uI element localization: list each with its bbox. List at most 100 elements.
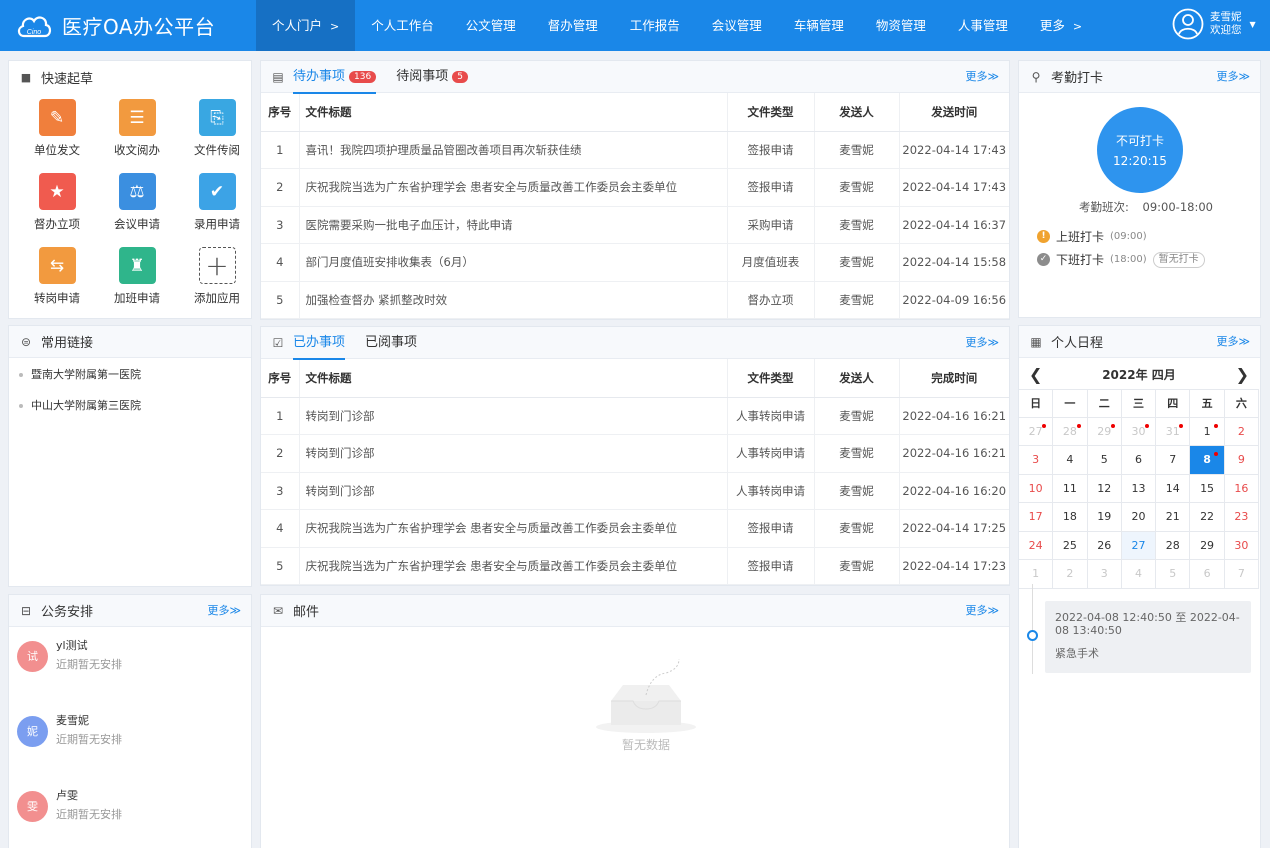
table-row[interactable]: 1 转岗到门诊部 人事转岗申请 麦雪妮 2022-04-16 16:21 <box>261 397 1009 435</box>
calendar-day[interactable]: 29 <box>1087 417 1122 446</box>
calendar-day[interactable]: 30 <box>1121 417 1157 446</box>
table-row[interactable]: 1 喜讯！我院四项护理质量品管圈改善项目再次斩获佳绩 签报申请 麦雪妮 2022-04-… <box>261 131 1009 169</box>
calendar-day[interactable]: 24 <box>1019 531 1054 560</box>
tab-todo[interactable]: 待办事项 136 <box>293 61 377 94</box>
chevron-left-icon[interactable]: ❮ <box>1029 365 1042 384</box>
calendar-day[interactable]: 18 <box>1053 503 1088 532</box>
calendar-day[interactable]: 30 <box>1224 531 1259 560</box>
table-row[interactable]: 3 转岗到门诊部 人事转岗申请 麦雪妮 2022-04-16 16:20 <box>261 472 1009 510</box>
tab-read[interactable]: 已阅事项 <box>365 327 417 359</box>
tab-done[interactable]: 已办事项 <box>293 327 346 360</box>
calendar-day[interactable]: 27 <box>1121 531 1157 560</box>
clock-in-button[interactable]: 不可打卡 12:20:15 <box>1097 107 1183 193</box>
quick-item-2[interactable]: ⎘ 文件传阅 <box>177 96 257 166</box>
quick-item-1[interactable]: ☰ 收文阅办 <box>97 96 177 166</box>
column-header: 发送人 <box>814 93 900 132</box>
nav-item-9[interactable]: 更多 > <box>1024 0 1098 51</box>
mail-more-link[interactable]: 更多≫ <box>965 595 999 627</box>
calendar-more-link[interactable]: 更多≫ <box>1216 326 1250 358</box>
calendar-day[interactable]: 1 <box>1190 417 1225 446</box>
nav-item-2[interactable]: 公文管理 <box>450 0 532 51</box>
link-item[interactable]: 中山大学附属第三医院 <box>19 397 251 428</box>
calendar-event[interactable]: 2022-04-08 12:40:50 至 2022-04-08 13:40:5… <box>1045 601 1251 673</box>
calendar-day[interactable]: 6 <box>1190 560 1225 589</box>
table-cell: 1 <box>261 397 300 435</box>
logo[interactable]: Cino 医疗OA办公平台 <box>16 11 215 40</box>
table-row[interactable]: 3 医院需要采购一批电子血压计，特此申请 采购申请 麦雪妮 2022-04-14 16:… <box>261 206 1009 244</box>
done-more-link[interactable]: 更多≫ <box>965 327 999 359</box>
nav-item-7[interactable]: 物资管理 <box>860 0 942 51</box>
calendar-day[interactable]: 15 <box>1190 474 1225 503</box>
calendar-day[interactable]: 14 <box>1156 474 1191 503</box>
calendar-day[interactable]: 6 <box>1121 446 1157 475</box>
quick-item-4[interactable]: ⚖ 会议申请 <box>97 170 177 240</box>
quick-item-8[interactable]: + 添加应用 <box>177 244 257 314</box>
calendar-day[interactable]: 1 <box>1019 560 1054 589</box>
calendar-day[interactable]: 9 <box>1224 446 1259 475</box>
calendar-day[interactable]: 8 <box>1190 446 1225 475</box>
calendar-day[interactable]: 2 <box>1053 560 1088 589</box>
table-cell: 麦雪妮 <box>814 281 900 319</box>
calendar-day[interactable]: 4 <box>1121 560 1157 589</box>
table-row[interactable]: 5 庆祝我院当选为广东省护理学会 患者安全与质量改善工作委员会主委单位 签报申请 麦雪… <box>261 547 1009 585</box>
nav-item-4[interactable]: 工作报告 <box>614 0 696 51</box>
calendar-day[interactable]: 31 <box>1156 417 1191 446</box>
table-row[interactable]: 2 转岗到门诊部 人事转岗申请 麦雪妮 2022-04-16 16:21 <box>261 434 1009 473</box>
calendar-day[interactable]: 3 <box>1087 560 1122 589</box>
calendar-day[interactable]: 2 <box>1224 417 1259 446</box>
schedule-more-link[interactable]: 更多≫ <box>207 595 241 627</box>
calendar-day[interactable]: 20 <box>1121 503 1157 532</box>
calendar-day[interactable]: 5 <box>1087 446 1122 475</box>
calendar-day[interactable]: 21 <box>1156 503 1191 532</box>
user-menu[interactable]: 麦雪妮 欢迎您 ▼ <box>1172 8 1256 40</box>
calendar-day[interactable]: 22 <box>1190 503 1225 532</box>
quick-item-5[interactable]: ✔ 录用申请 <box>177 170 257 240</box>
quick-item-3[interactable]: ★ 督办立项 <box>17 170 97 240</box>
nav-item-1[interactable]: 个人工作台 <box>355 0 450 51</box>
attendance-more-link[interactable]: 更多≫ <box>1216 61 1250 93</box>
nav-item-8[interactable]: 人事管理 <box>942 0 1024 51</box>
calendar-day[interactable]: 13 <box>1121 474 1157 503</box>
calendar-day[interactable]: 28 <box>1053 417 1088 446</box>
calendar-day[interactable]: 10 <box>1019 474 1054 503</box>
calendar-day[interactable]: 28 <box>1156 531 1191 560</box>
calendar-day[interactable]: 23 <box>1224 503 1259 532</box>
link-item[interactable]: 暨南大学附属第一医院 <box>19 366 251 397</box>
calendar-day[interactable]: 17 <box>1019 503 1054 532</box>
table-row[interactable]: 4 庆祝我院当选为广东省护理学会 患者安全与质量改善工作委员会主委单位 签报申请 麦雪… <box>261 509 1009 548</box>
calendar-day[interactable]: 7 <box>1224 560 1259 589</box>
nav-item-3[interactable]: 督办管理 <box>532 0 614 51</box>
calendar-grid: 日一二三四五六 27 28 29 30 31 1 2 3 4 5 6 7 8 9 10 11 12 13 14 15 16… <box>1019 389 1259 589</box>
day-number: 30 <box>1131 424 1146 438</box>
todo-more-link[interactable]: 更多≫ <box>965 61 999 93</box>
quick-item-6[interactable]: ⇆ 转岗申请 <box>17 244 97 314</box>
calendar-day[interactable]: 7 <box>1156 446 1191 475</box>
calendar-day[interactable]: 25 <box>1053 531 1088 560</box>
tab-toread[interactable]: 待阅事项 5 <box>396 61 468 93</box>
calendar-day[interactable]: 5 <box>1156 560 1191 589</box>
quick-item-7[interactable]: ♜ 加班申请 <box>97 244 177 314</box>
schedule-item[interactable]: 妮麦雪妮 近期暂无安排 <box>17 702 251 777</box>
nav-item-0[interactable]: 个人门户 > <box>256 0 356 51</box>
calendar-day[interactable]: 11 <box>1053 474 1088 503</box>
calendar-day[interactable]: 19 <box>1087 503 1122 532</box>
calendar-day[interactable]: 12 <box>1087 474 1122 503</box>
nav-item-label: 个人工作台 <box>371 18 434 33</box>
table-row[interactable]: 2 庆祝我院当选为广东省护理学会 患者安全与质量改善工作委员会主委单位 签报申请 麦雪… <box>261 168 1009 207</box>
calendar-day[interactable]: 27 <box>1019 417 1054 446</box>
schedule-item[interactable]: 试 yl测试 近期暂无安排 <box>17 627 251 702</box>
calendar-day[interactable]: 26 <box>1087 531 1122 560</box>
calendar-day[interactable]: 4 <box>1053 446 1088 475</box>
calendar-day[interactable]: 3 <box>1019 446 1054 475</box>
nav-item-6[interactable]: 车辆管理 <box>778 0 860 51</box>
calendar-day[interactable]: 29 <box>1190 531 1225 560</box>
table-row[interactable]: 4 部门月度值班安排收集表（6月） 月度值班表 麦雪妮 2022-04-14 15:58 <box>261 243 1009 282</box>
quick-item-0[interactable]: ✎ 单位发文 <box>17 96 97 166</box>
schedule-item[interactable]: 雯卢雯 近期暂无安排 <box>17 777 251 848</box>
calendar-day[interactable]: 16 <box>1224 474 1259 503</box>
calendar-list-icon: ▤ <box>272 69 284 84</box>
links-title: 常用链接 <box>41 336 94 351</box>
chevron-right-icon[interactable]: ❯ <box>1236 365 1249 384</box>
table-row[interactable]: 5 加强检查督办 紧抓整改时效 督办立项 麦雪妮 2022-04-09 16:56 <box>261 281 1009 319</box>
nav-item-5[interactable]: 会议管理 <box>696 0 778 51</box>
